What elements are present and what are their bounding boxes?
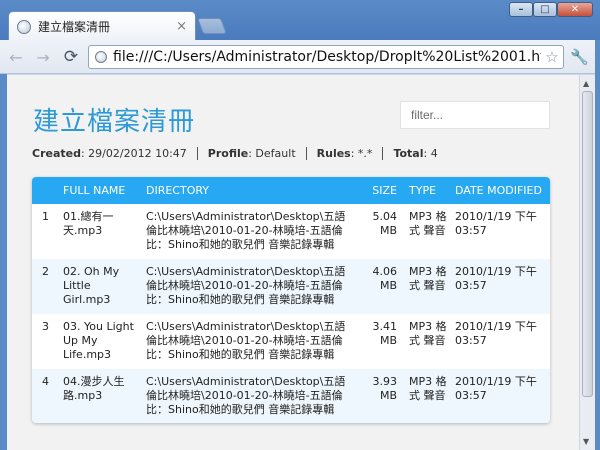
scroll-down-arrow-icon[interactable]: ▼ xyxy=(583,437,589,446)
header-num[interactable] xyxy=(32,177,59,204)
header-date-modified[interactable]: DATE MODIFIED xyxy=(451,177,550,204)
rules-value: : *.* xyxy=(350,147,373,160)
created-label: Created xyxy=(32,147,81,160)
table-header-row: FULL NAME DIRECTORY SIZE TYPE DATE MODIF… xyxy=(32,177,550,204)
cell-size: 3.41 MB xyxy=(372,320,398,347)
meta-divider xyxy=(305,147,307,160)
window-titlebar: 建立檔案清冊 × – □ ✕ xyxy=(0,0,600,41)
header-full-name[interactable]: FULL NAME xyxy=(59,177,142,204)
cell-type: MP3 格式 聲音 xyxy=(405,369,451,423)
meta-divider xyxy=(196,147,198,160)
page-viewport: 建立檔案清冊 Created : 29/02/2012 10:47 Profil… xyxy=(7,75,579,450)
cell-full-name: 03. You Light Up My Life.mp3 xyxy=(63,320,134,361)
window-frame-left xyxy=(0,74,7,450)
header-type[interactable]: TYPE xyxy=(405,177,451,204)
new-tab-button[interactable] xyxy=(197,18,227,34)
total-label: Total xyxy=(393,147,424,160)
cell-size: 4.06 MB xyxy=(360,259,405,314)
table-row[interactable]: 3 03. You Light Up My Life.mp3 C:\Users\… xyxy=(32,314,550,369)
cell-directory: C:\Users\Administrator\Desktop\五語倫比林曉培\2… xyxy=(146,320,346,361)
globe-icon xyxy=(17,19,31,34)
wrench-icon[interactable]: 🔧 xyxy=(570,48,589,66)
vertical-scrollbar[interactable]: ▲ ▼ xyxy=(579,75,595,450)
cell-date-modified: 2010/1/19 下午 03:57 xyxy=(455,320,537,347)
file-list-table: FULL NAME DIRECTORY SIZE TYPE DATE MODIF… xyxy=(32,177,550,423)
rules-label: Rules xyxy=(316,147,351,160)
profile-label: Profile xyxy=(207,147,249,160)
browser-tab[interactable]: 建立檔案清冊 × xyxy=(8,11,196,41)
browser-toolbar: ← → ⟳ file:///C:/Users/Administrator/Des… xyxy=(0,40,600,74)
cell-full-name: 04.漫步人生路.mp3 xyxy=(59,369,142,423)
cell-date-modified: 2010/1/19 下午 03:57 xyxy=(451,259,550,314)
forward-arrow-icon[interactable]: → xyxy=(33,47,53,67)
cell-type: MP3 格式 聲音 xyxy=(405,259,451,314)
maximize-button[interactable]: □ xyxy=(533,2,557,17)
scroll-up-arrow-icon[interactable]: ▲ xyxy=(583,79,589,88)
cell-directory: C:\Users\Administrator\Desktop\五語倫比林曉培\2… xyxy=(142,369,360,423)
cell-num: 3 xyxy=(42,320,49,333)
address-bar[interactable]: file:///C:/Users/Administrator/Desktop/D… xyxy=(88,45,564,69)
cell-num: 4 xyxy=(32,369,59,423)
scrollbar-thumb[interactable] xyxy=(582,91,593,397)
cell-directory: C:\Users\Administrator\Desktop\五語倫比林曉培\2… xyxy=(146,210,346,251)
back-arrow-icon[interactable]: ← xyxy=(6,47,26,67)
minimize-button[interactable]: – xyxy=(509,2,533,17)
list-meta: Created : 29/02/2012 10:47 Profile : Def… xyxy=(32,147,438,160)
cell-type: MP3 格式 聲音 xyxy=(409,320,447,347)
meta-divider xyxy=(382,147,384,160)
url-text[interactable]: file:///C:/Users/Administrator/Desktop/D… xyxy=(113,49,541,65)
cell-directory: C:\Users\Administrator\Desktop\五語倫比林曉培\2… xyxy=(142,259,360,314)
cell-size: 5.04 MB xyxy=(372,210,398,237)
filter-input[interactable] xyxy=(400,101,550,129)
cell-date-modified: 2010/1/19 下午 03:57 xyxy=(455,210,537,237)
created-value: : 29/02/2012 10:47 xyxy=(80,147,187,160)
header-size[interactable]: SIZE xyxy=(360,177,405,204)
total-value: : 4 xyxy=(423,147,438,160)
bookmark-star-icon[interactable]: ☆ xyxy=(541,48,563,66)
page-icon xyxy=(95,51,107,63)
reload-icon[interactable]: ⟳ xyxy=(61,47,81,67)
tab-title: 建立檔案清冊 xyxy=(38,20,111,34)
cell-full-name: 01.總有一天.mp3 xyxy=(63,210,114,237)
header-directory[interactable]: DIRECTORY xyxy=(142,177,360,204)
close-tab-icon[interactable]: × xyxy=(176,20,187,33)
window-frame-right xyxy=(595,40,600,450)
cell-size: 3.93 MB xyxy=(360,369,405,423)
cell-date-modified: 2010/1/19 下午 03:57 xyxy=(451,369,550,423)
close-window-button[interactable]: ✕ xyxy=(557,2,593,17)
table-row[interactable]: 2 02. Oh My Little Girl.mp3 C:\Users\Adm… xyxy=(32,259,550,314)
page-title: 建立檔案清冊 xyxy=(33,107,196,137)
profile-value: : Default xyxy=(248,147,296,160)
cell-num: 2 xyxy=(32,259,59,314)
cell-full-name: 02. Oh My Little Girl.mp3 xyxy=(59,259,142,314)
table-row[interactable]: 1 01.總有一天.mp3 C:\Users\Administrator\Des… xyxy=(32,204,550,259)
cell-num: 1 xyxy=(42,210,49,223)
cell-type: MP3 格式 聲音 xyxy=(409,210,447,237)
table-row[interactable]: 4 04.漫步人生路.mp3 C:\Users\Administrator\De… xyxy=(32,369,550,423)
